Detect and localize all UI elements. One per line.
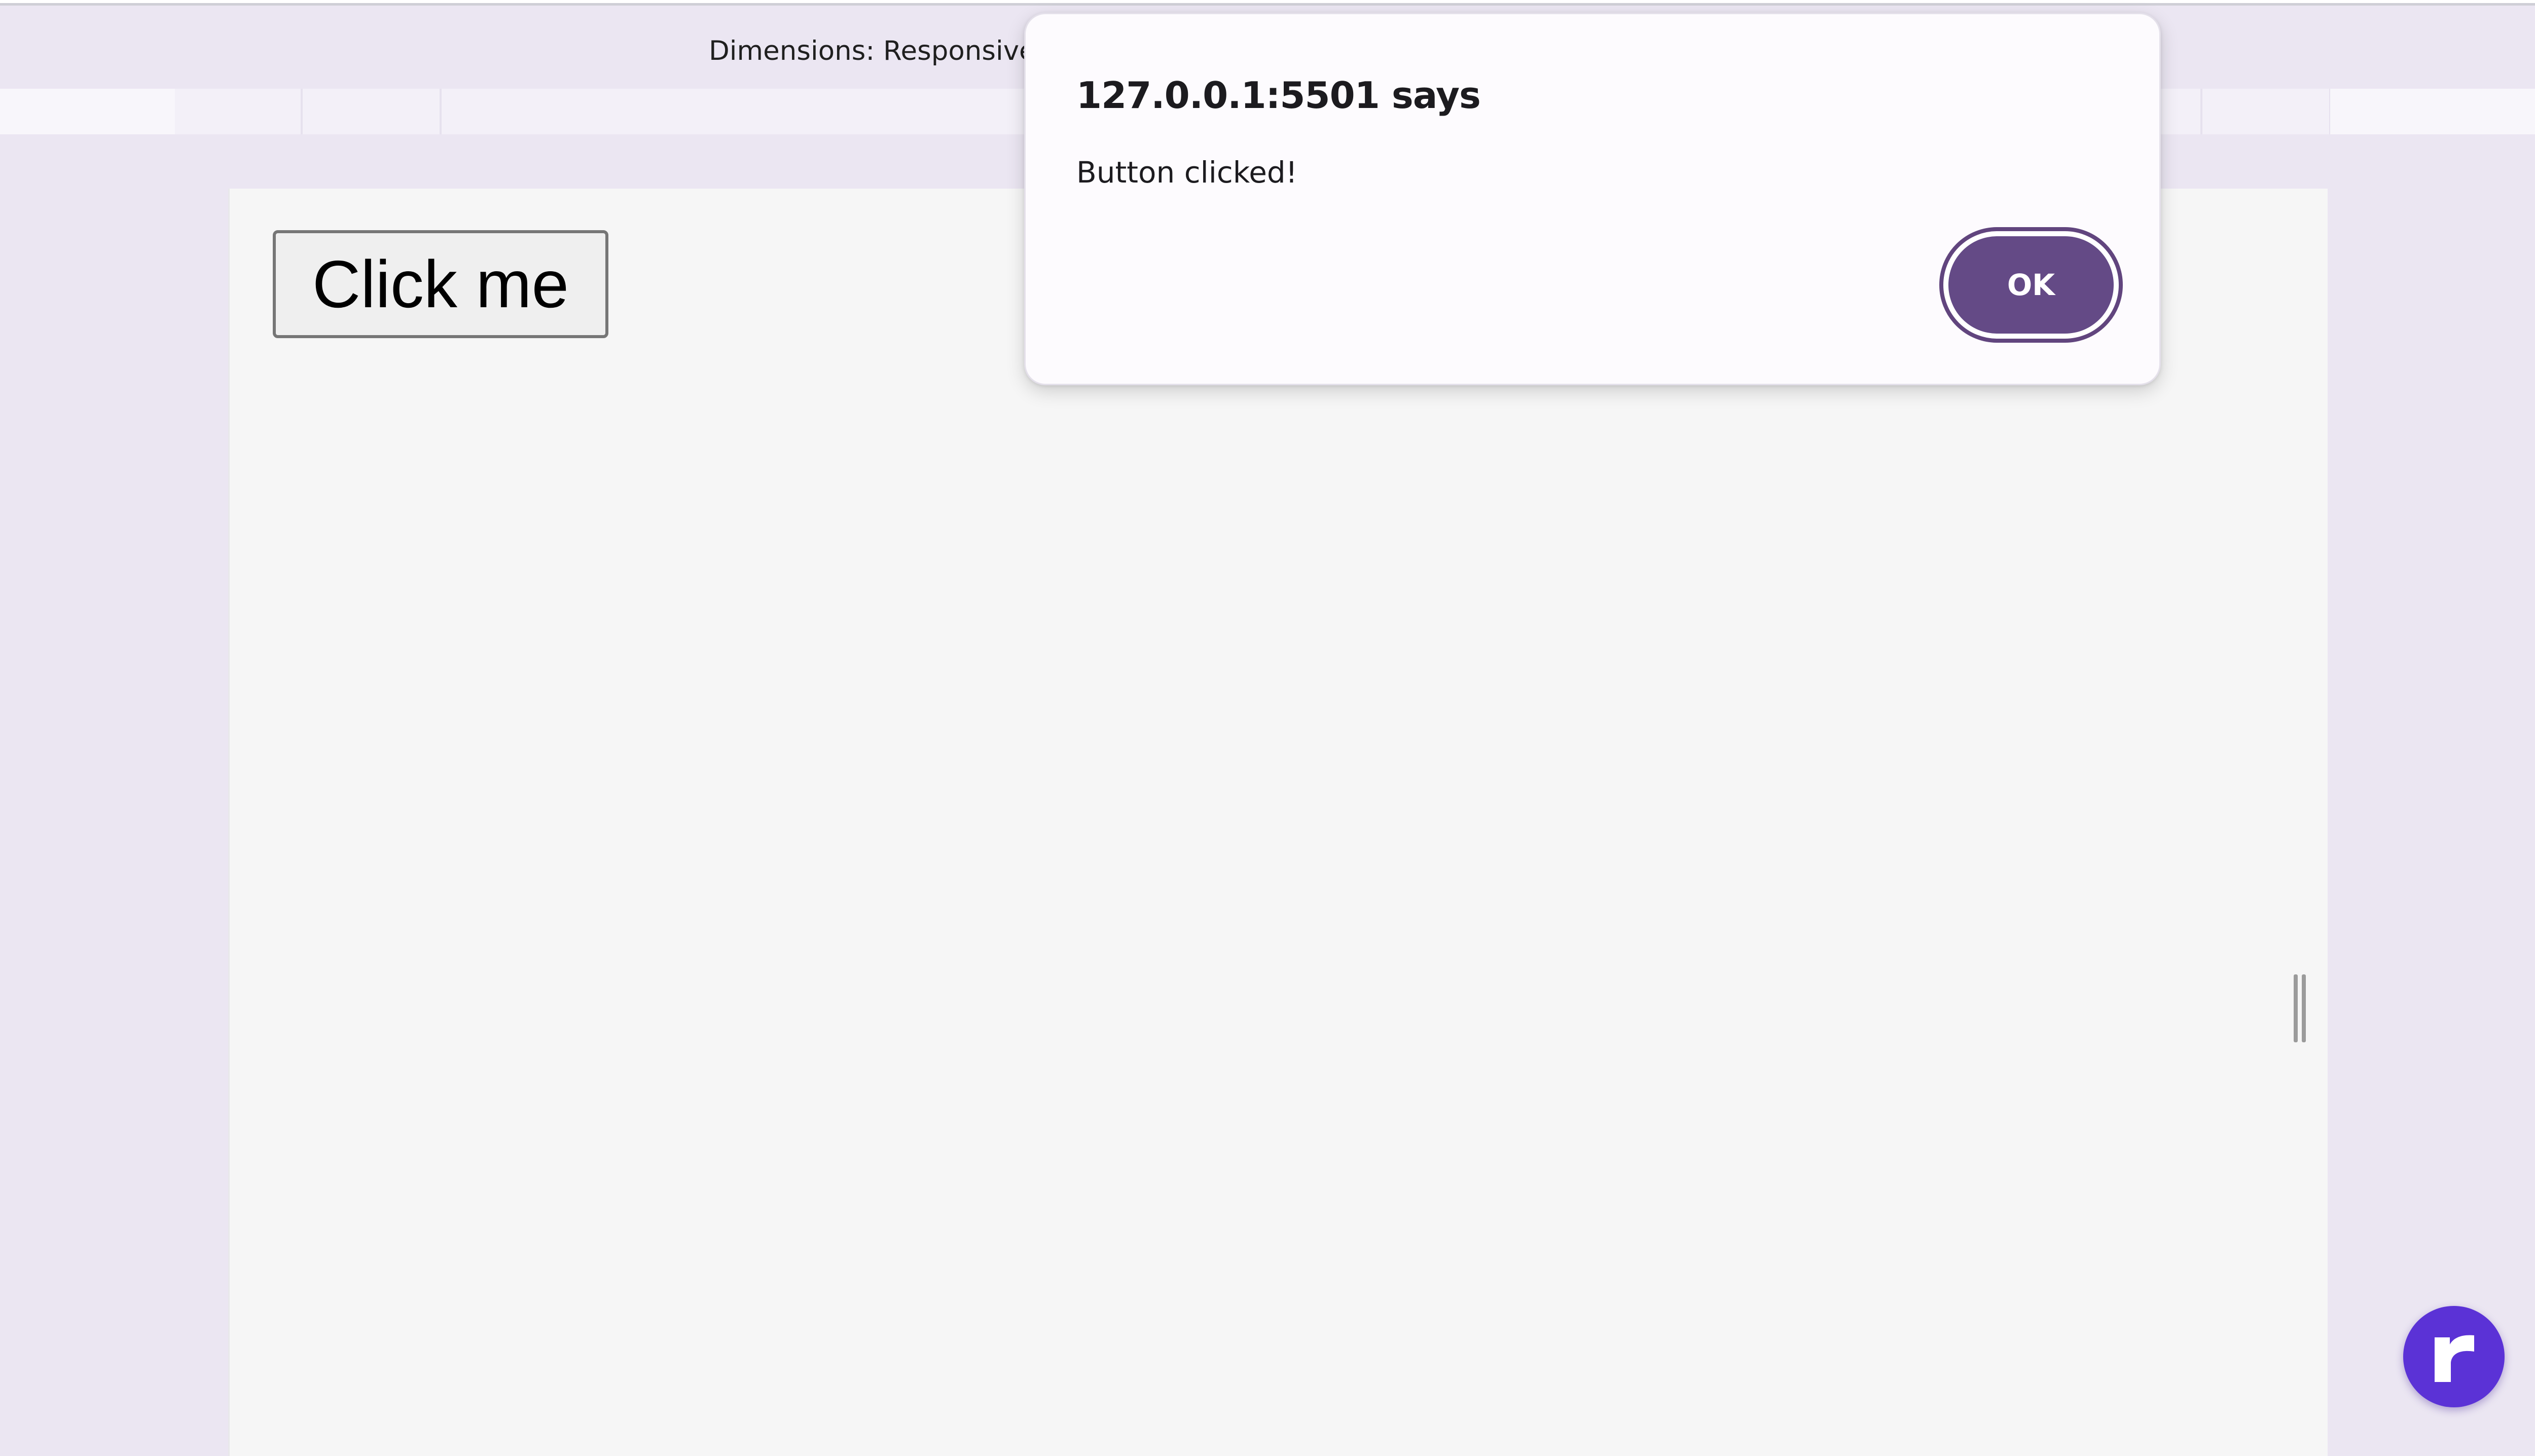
browser-window: Dimensions: Responsive Click me 127.0.0.… <box>0 0 2535 1456</box>
media-query-segment[interactable] <box>175 89 303 134</box>
assistant-widget-button[interactable] <box>2403 1306 2505 1407</box>
media-query-segment[interactable] <box>0 89 175 134</box>
media-query-segment[interactable] <box>2330 89 2535 134</box>
viewport-resize-handle[interactable] <box>2294 974 2308 1042</box>
ok-button[interactable]: OK <box>1948 236 2114 334</box>
media-query-segment[interactable] <box>2202 89 2331 134</box>
alert-title: 127.0.0.1:5501 says <box>1076 74 1481 117</box>
media-query-segment[interactable] <box>303 89 442 134</box>
r-logo-icon <box>2435 1335 2474 1382</box>
alert-message: Button clicked! <box>1076 155 1297 190</box>
click-me-button[interactable]: Click me <box>273 230 608 338</box>
dimensions-dropdown[interactable]: Dimensions: Responsive <box>709 35 1036 66</box>
ok-button-focus-ring: OK <box>1939 227 2123 343</box>
alert-dialog: 127.0.0.1:5501 says Button clicked! OK <box>1024 13 2161 385</box>
window-top-divider <box>0 3 2535 6</box>
